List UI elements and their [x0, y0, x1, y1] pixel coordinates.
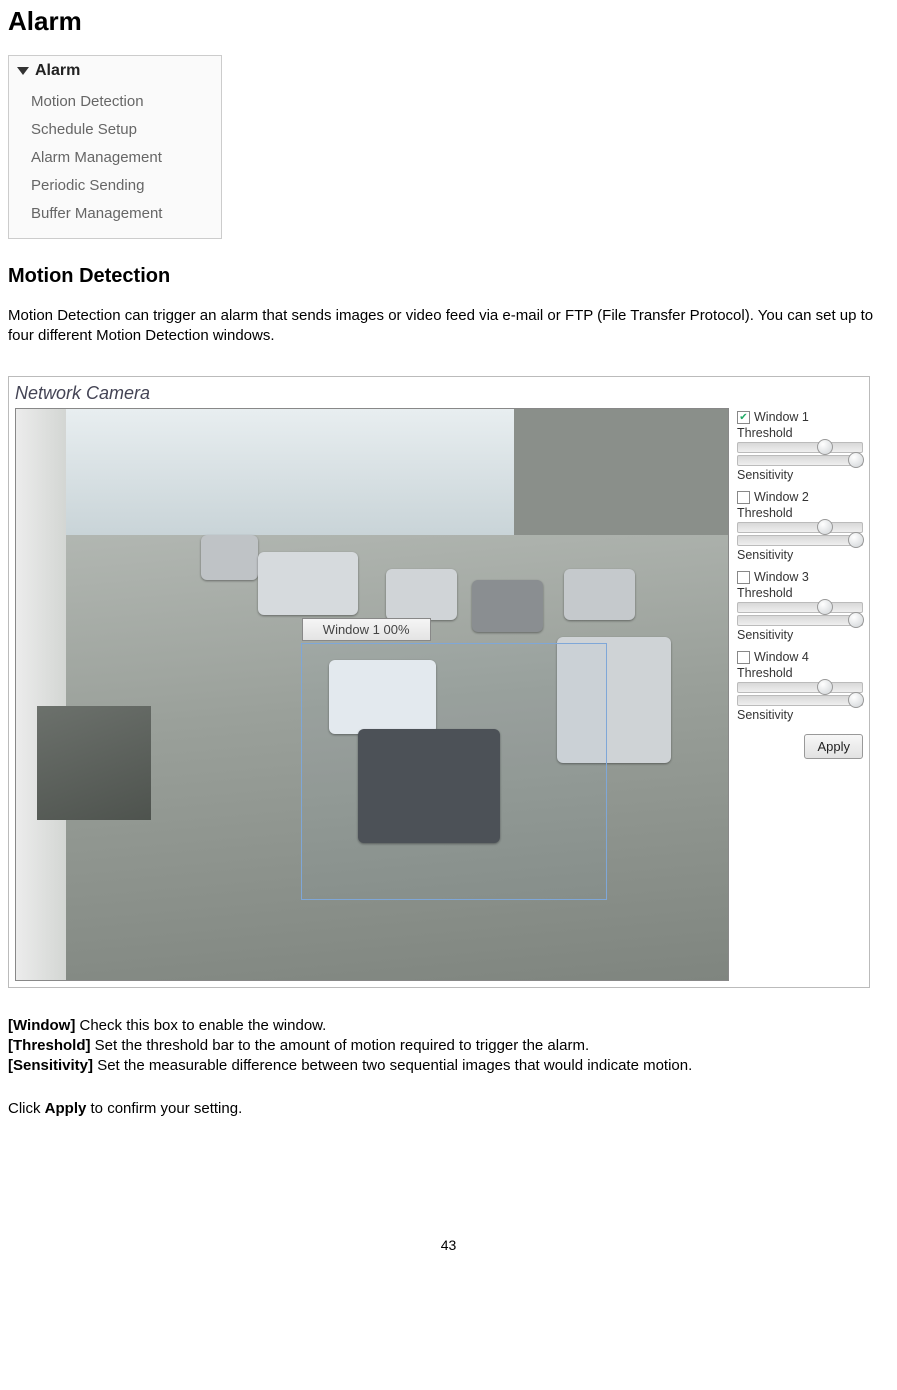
window-4-sensitivity-slider[interactable]: [737, 695, 863, 706]
alarm-menu-header: Alarm: [17, 62, 213, 80]
threshold-label: Threshold: [737, 586, 863, 600]
window-2-threshold-slider[interactable]: [737, 522, 863, 533]
window-4-group: Window 4 Threshold Sensitivity: [737, 650, 863, 722]
menu-item: Buffer Management: [31, 200, 213, 228]
window-4-checkbox[interactable]: [737, 651, 750, 664]
window-4-threshold-slider[interactable]: [737, 682, 863, 693]
menu-item: Periodic Sending: [31, 172, 213, 200]
window-1-group: Window 1 Threshold Sensitivity: [737, 410, 863, 482]
sensitivity-label: Sensitivity: [737, 548, 863, 562]
camera-view[interactable]: Window 1 00%: [15, 408, 729, 981]
threshold-label: Threshold: [737, 506, 863, 520]
window-3-checkbox[interactable]: [737, 571, 750, 584]
window-3-label: Window 3: [754, 570, 809, 584]
apply-button[interactable]: Apply: [804, 734, 863, 759]
menu-item: Alarm Management: [31, 144, 213, 172]
window-2-checkbox[interactable]: [737, 491, 750, 504]
menu-item: Motion Detection: [31, 88, 213, 116]
sensitivity-label: Sensitivity: [737, 468, 863, 482]
window-1-threshold-slider[interactable]: [737, 442, 863, 453]
definitions: [Window] Check this box to enable the wi…: [8, 1016, 889, 1076]
camera-title: Network Camera: [15, 383, 863, 404]
window-3-threshold-slider[interactable]: [737, 602, 863, 613]
motion-detection-screenshot: Network Camera Window 1 00% Wi: [8, 376, 870, 988]
window-1-checkbox[interactable]: [737, 411, 750, 424]
detection-window-overlay[interactable]: Window 1 00%: [301, 643, 607, 900]
def-sensitivity-text: Set the measurable difference between tw…: [93, 1057, 692, 1074]
page-title: Alarm: [8, 6, 889, 37]
window-1-label: Window 1: [754, 410, 809, 424]
def-window-text: Check this box to enable the window.: [75, 1017, 326, 1034]
alarm-menu: Alarm Motion Detection Schedule Setup Al…: [8, 55, 222, 239]
def-window-key: [Window]: [8, 1017, 75, 1034]
window-1-sensitivity-slider[interactable]: [737, 455, 863, 466]
window-2-label: Window 2: [754, 490, 809, 504]
section-title: Motion Detection: [8, 265, 889, 288]
threshold-label: Threshold: [737, 666, 863, 680]
chevron-down-icon: [17, 67, 29, 75]
window-4-label: Window 4: [754, 650, 809, 664]
page-number: 43: [8, 1237, 889, 1253]
alarm-menu-title: Alarm: [35, 62, 80, 80]
def-threshold-key: [Threshold]: [8, 1037, 91, 1054]
threshold-label: Threshold: [737, 426, 863, 440]
window-2-group: Window 2 Threshold Sensitivity: [737, 490, 863, 562]
window-3-sensitivity-slider[interactable]: [737, 615, 863, 626]
sensitivity-label: Sensitivity: [737, 708, 863, 722]
settings-panel: Window 1 Threshold Sensitivity Window 2 …: [737, 408, 863, 981]
window-2-sensitivity-slider[interactable]: [737, 535, 863, 546]
def-threshold-text: Set the threshold bar to the amount of m…: [91, 1037, 590, 1054]
menu-item: Schedule Setup: [31, 116, 213, 144]
closing-sentence: Click Apply to confirm your setting.: [8, 1100, 889, 1117]
detection-window-label: Window 1 00%: [302, 618, 431, 641]
def-sensitivity-key: [Sensitivity]: [8, 1057, 93, 1074]
sensitivity-label: Sensitivity: [737, 628, 863, 642]
intro-paragraph: Motion Detection can trigger an alarm th…: [8, 306, 889, 346]
window-3-group: Window 3 Threshold Sensitivity: [737, 570, 863, 642]
